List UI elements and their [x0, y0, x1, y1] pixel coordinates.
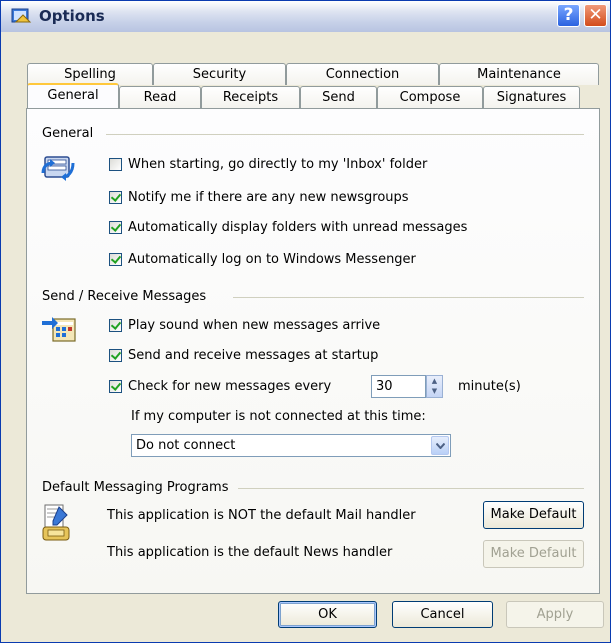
- make-default-mail-button[interactable]: Make Default: [483, 501, 584, 529]
- label-log-on-messenger: Automatically log on to Windows Messenge…: [128, 252, 416, 267]
- tab-spelling[interactable]: Spelling: [27, 63, 153, 85]
- tab-read[interactable]: Read: [119, 86, 201, 108]
- interval-unit-label: minute(s): [458, 379, 521, 394]
- label-go-to-inbox: When starting, go directly to my 'Inbox'…: [128, 157, 428, 172]
- checkbox-send-receive-startup[interactable]: [109, 349, 122, 362]
- tab-compose[interactable]: Compose: [377, 86, 483, 108]
- chevron-down-icon[interactable]: [431, 436, 449, 455]
- label-display-unread: Automatically display folders with unrea…: [128, 220, 468, 235]
- check-interval-spinner[interactable]: ▲ ▼: [426, 375, 443, 398]
- spin-up-icon[interactable]: ▲: [427, 376, 442, 386]
- title-bar[interactable]: Options ? ✕: [1, 1, 610, 32]
- send-receive-group-title: Send / Receive Messages: [42, 289, 207, 304]
- checkbox-check-every[interactable]: [109, 380, 122, 393]
- default-programs-group-title: Default Messaging Programs: [42, 480, 229, 495]
- option-play-sound[interactable]: Play sound when new messages arrive: [109, 317, 380, 334]
- default-programs-divider: [238, 488, 584, 489]
- tab-connection[interactable]: Connection: [286, 63, 439, 85]
- mail-phone-icon: [39, 503, 73, 547]
- close-icon: ✕: [588, 5, 603, 25]
- option-check-every[interactable]: Check for new messages every: [109, 378, 331, 395]
- tab-maintenance[interactable]: Maintenance: [439, 63, 599, 85]
- label-check-every: Check for new messages every: [128, 379, 332, 394]
- option-send-receive-startup[interactable]: Send and receive messages at startup: [109, 347, 378, 364]
- general-group-title: General: [42, 126, 94, 141]
- general-divider: [106, 134, 584, 135]
- checkbox-play-sound[interactable]: [109, 319, 122, 332]
- tab-general[interactable]: General: [27, 83, 119, 108]
- checkbox-notify-newsgroups[interactable]: [109, 191, 122, 204]
- connect-option-value: Do not connect: [136, 438, 236, 453]
- send-receive-icon: [41, 313, 77, 351]
- ok-button[interactable]: OK: [278, 601, 377, 628]
- label-send-receive-startup: Send and receive messages at startup: [128, 348, 379, 363]
- tab-signatures[interactable]: Signatures: [483, 86, 580, 108]
- mail-handler-text: This application is NOT the default Mail…: [107, 508, 416, 523]
- help-button[interactable]: ?: [557, 4, 580, 27]
- check-interval-input[interactable]: 30: [371, 375, 426, 398]
- send-receive-divider: [233, 297, 584, 298]
- spin-down-icon[interactable]: ▼: [427, 386, 442, 396]
- checkbox-go-to-inbox[interactable]: [109, 158, 122, 171]
- general-folder-icon: [41, 151, 77, 191]
- option-notify-newsgroups[interactable]: Notify me if there are any new newsgroup…: [109, 189, 409, 206]
- tab-row-back: Spelling Security Connection Maintenance: [27, 63, 599, 85]
- options-dialog: Options ? ✕ Spelling Security Connection…: [0, 0, 611, 643]
- label-notify-newsgroups: Notify me if there are any new newsgroup…: [128, 190, 409, 205]
- close-button[interactable]: ✕: [584, 4, 607, 27]
- make-default-news-button[interactable]: Make Default: [483, 540, 584, 568]
- cancel-button[interactable]: Cancel: [392, 601, 493, 628]
- checkbox-display-unread[interactable]: [109, 221, 122, 234]
- checkbox-log-on-messenger[interactable]: [109, 253, 122, 266]
- option-display-unread[interactable]: Automatically display folders with unrea…: [109, 219, 467, 236]
- news-handler-text: This application is the default News han…: [107, 545, 393, 560]
- option-go-to-inbox[interactable]: When starting, go directly to my 'Inbox'…: [109, 156, 427, 173]
- tab-row-front: General Read Receipts Send Compose Signa…: [27, 83, 580, 108]
- tab-receipts[interactable]: Receipts: [201, 86, 300, 108]
- connect-option-select[interactable]: Do not connect: [131, 434, 451, 457]
- option-log-on-messenger[interactable]: Automatically log on to Windows Messenge…: [109, 251, 416, 268]
- question-icon: ?: [563, 5, 574, 25]
- apply-button[interactable]: Apply: [506, 601, 604, 628]
- label-play-sound: Play sound when new messages arrive: [128, 318, 381, 333]
- window-title: Options: [39, 7, 105, 25]
- tab-send[interactable]: Send: [300, 86, 377, 108]
- tab-security[interactable]: Security: [153, 63, 286, 85]
- not-connected-label: If my computer is not connected at this …: [131, 409, 426, 424]
- options-app-icon: [11, 7, 33, 26]
